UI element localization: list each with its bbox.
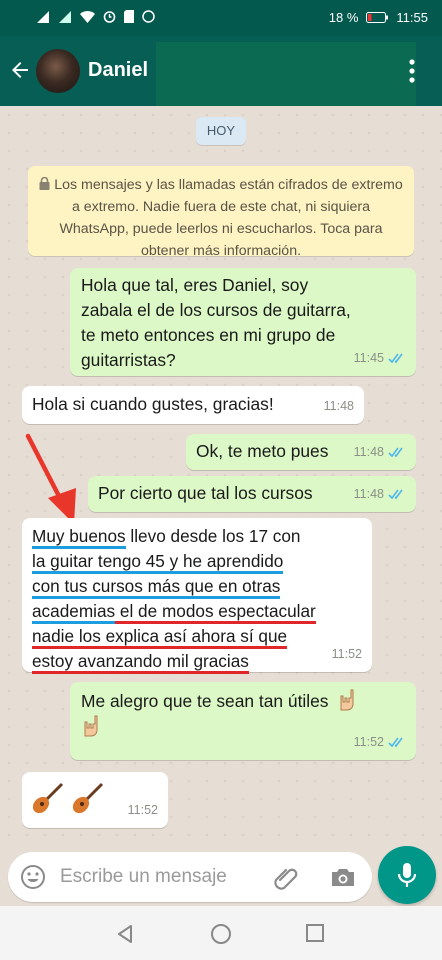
- contact-name[interactable]: Daniel: [88, 59, 148, 82]
- double-check-icon: [388, 489, 403, 500]
- encryption-text: Los mensajes y las llamadas están cifrad…: [54, 177, 403, 259]
- status-icons-left: [36, 10, 155, 23]
- message-meta: 11:48: [354, 440, 406, 465]
- message-line: Muy buenos llevo desde los 17 con: [32, 524, 362, 549]
- alarm-icon: [103, 11, 116, 23]
- message-text: Me alegro que te sean tan útiles: [81, 691, 329, 711]
- double-check-icon: [388, 737, 403, 748]
- guitar-emoji-icon: [32, 782, 64, 814]
- highlight-blue: academias: [32, 601, 116, 624]
- message-meta: 11:52: [332, 642, 362, 667]
- guitar-emoji-icon: [72, 782, 104, 814]
- message-line: la guitar tengo 45 y he aprendido: [32, 549, 362, 574]
- rock-hand-emoji-icon: [340, 689, 354, 711]
- message-incoming[interactable]: 11:52: [22, 772, 168, 828]
- double-check-icon: [388, 447, 403, 458]
- signal-icon: [59, 10, 71, 23]
- menu-dots-icon[interactable]: [408, 58, 416, 84]
- message-line: estoy avanzando mil gracias: [32, 649, 362, 674]
- redacted-area: [156, 42, 416, 106]
- message-time: 11:48: [323, 399, 354, 413]
- highlight-blue: he aprendido: [182, 551, 284, 574]
- message-line: nadie los explica así ahora sí que: [32, 624, 362, 649]
- emoji-icon[interactable]: [20, 864, 46, 890]
- nav-recents-icon[interactable]: [305, 923, 325, 943]
- message-meta: 11:52: [128, 798, 158, 823]
- signal-icon: [37, 10, 49, 23]
- message-incoming[interactable]: Muy buenos llevo desde los 17 con la gui…: [22, 518, 372, 674]
- message-meta: 11:52: [354, 730, 406, 755]
- system-nav-bar: [0, 906, 442, 960]
- clock: 11:55: [396, 10, 428, 25]
- battery-percent: 18 %: [328, 10, 359, 25]
- message-line: academias el de modos espectacular: [32, 599, 362, 624]
- rock-hand-emoji-icon: [84, 715, 98, 737]
- highlight-red: estoy avanzando mil gracias: [32, 651, 249, 674]
- message-time: 11:45: [353, 351, 384, 365]
- message-time: 11:52: [353, 735, 384, 749]
- message-text: Hola si cuando gustes, gracias!: [32, 394, 274, 414]
- highlight-red: el de modos espectacular: [115, 601, 316, 624]
- highlight-red: nadie los explica así ahora sí que: [32, 626, 288, 649]
- message-time: 11:52: [331, 647, 362, 661]
- message-outgoing[interactable]: Por cierto que tal los cursos 11:48: [88, 476, 416, 512]
- chat-header: Daniel: [0, 36, 442, 106]
- red-arrow-annotation: [25, 433, 76, 524]
- sim-icon: [124, 10, 134, 23]
- message-text: Hola que tal, eres Daniel, soy: [81, 275, 309, 295]
- highlight-blue: Muy buenos: [32, 526, 126, 549]
- message-time: 11:52: [127, 803, 158, 817]
- nav-back-icon[interactable]: [114, 923, 136, 945]
- message-incoming[interactable]: Hola si cuando gustes, gracias! 11:48: [22, 386, 364, 424]
- mic-button[interactable]: [378, 846, 436, 904]
- nav-home-icon[interactable]: [210, 923, 232, 945]
- wifi-icon: [80, 10, 95, 23]
- message-text: te meto entonces en mi grupo de: [81, 325, 336, 345]
- avatar[interactable]: [36, 49, 80, 93]
- message-outgoing[interactable]: Hola que tal, eres Daniel, soy zabala el…: [70, 268, 416, 376]
- message-time: 11:48: [353, 445, 384, 459]
- message-line: Me alegro que te sean tan útiles: [81, 688, 406, 714]
- message-input-bar[interactable]: Escribe un mensaje: [8, 852, 372, 902]
- mic-icon: [397, 863, 417, 887]
- lock-icon: [39, 177, 50, 190]
- whatsapp-notification-icon: [142, 10, 155, 23]
- attach-icon[interactable]: [272, 864, 300, 892]
- status-icons-right: 18 % 11:55: [329, 10, 428, 25]
- message-meta: 11:45: [354, 346, 406, 371]
- highlight-blue: con tus cursos más que en otras: [32, 576, 281, 599]
- message-line: con tus cursos más que en otras: [32, 574, 362, 599]
- camera-icon[interactable]: [330, 865, 356, 889]
- message-text: llevo desde los 17 con: [125, 526, 301, 546]
- back-arrow-icon[interactable]: [8, 58, 32, 82]
- status-bar: 18 % 11:55: [0, 0, 442, 36]
- message-text: zabala el de los cursos de guitarra,: [81, 300, 351, 320]
- message-meta: 11:48: [354, 482, 406, 507]
- encryption-notice[interactable]: Los mensajes y las llamadas están cifrad…: [28, 166, 414, 259]
- highlight-blue: la guitar tengo 45 y: [32, 551, 183, 574]
- double-check-icon: [388, 353, 403, 364]
- battery-icon: [366, 12, 389, 23]
- message-input[interactable]: Escribe un mensaje: [60, 866, 227, 888]
- message-time: 11:48: [353, 487, 384, 501]
- date-chip: HOY: [196, 117, 246, 145]
- message-outgoing[interactable]: Me alegro que te sean tan útiles 11:52: [70, 682, 416, 760]
- message-meta: 11:48: [324, 394, 354, 419]
- message-outgoing[interactable]: Ok, te meto pues 11:48: [186, 434, 416, 470]
